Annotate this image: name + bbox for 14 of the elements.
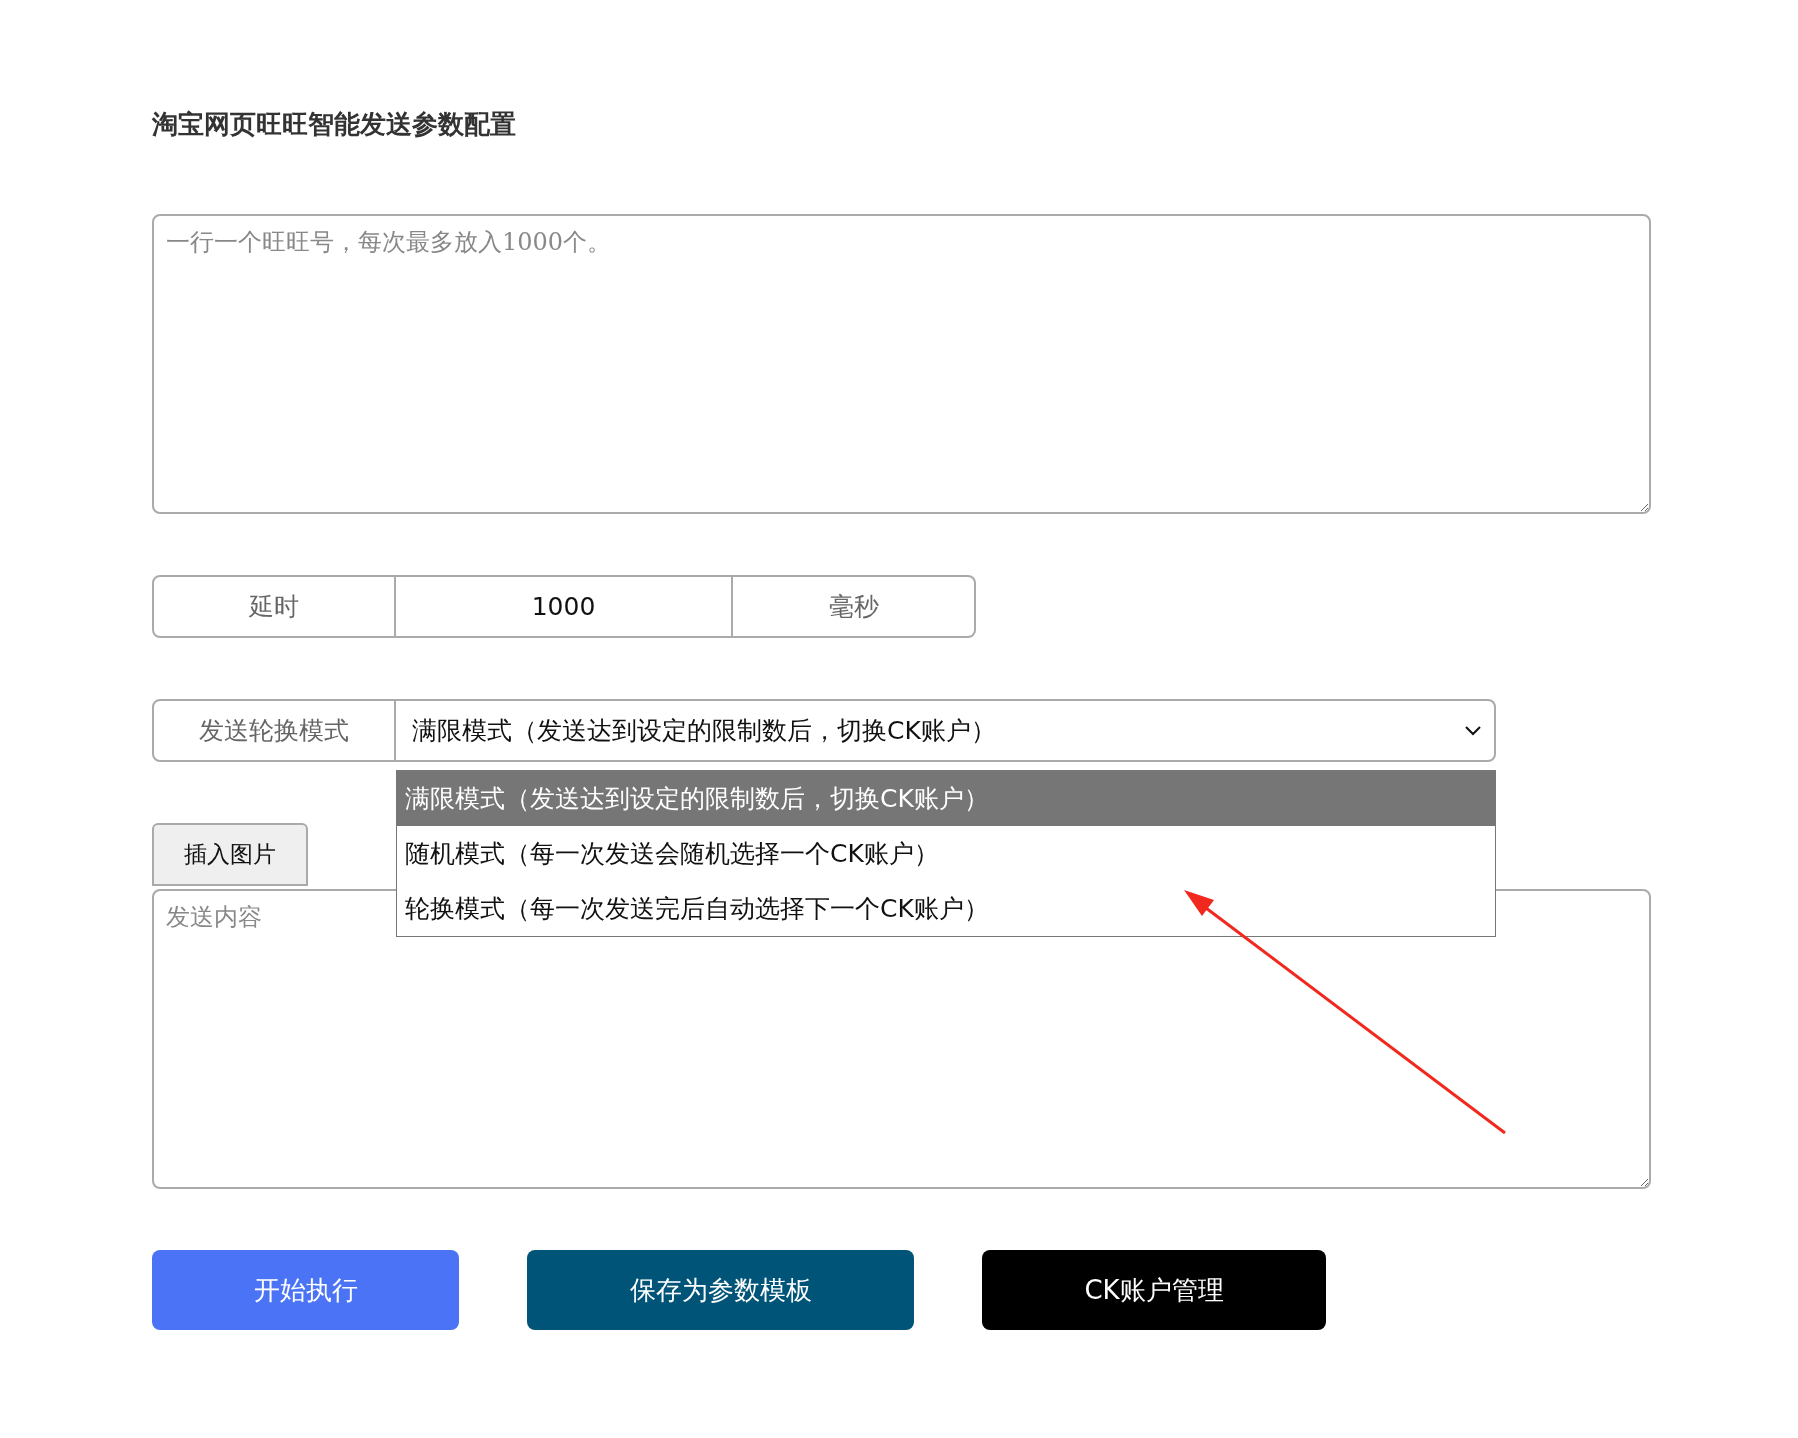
action-button[interactable]: CK账户管理 bbox=[982, 1250, 1326, 1330]
insert-image-button[interactable]: 插入图片 bbox=[152, 823, 308, 886]
mode-option[interactable]: 满限模式（发送达到设定的限制数后，切换CK账户） bbox=[397, 771, 1495, 826]
mode-option[interactable]: 随机模式（每一次发送会随机选择一个CK账户） bbox=[397, 826, 1495, 881]
delay-label: 延时 bbox=[152, 575, 396, 638]
accounts-field[interactable]: 一行一个旺旺号，每次最多放入1000个。 bbox=[152, 214, 1651, 514]
chevron-icon bbox=[1464, 724, 1482, 737]
action-button[interactable]: 开始执行 bbox=[152, 1250, 459, 1330]
mode-label: 发送轮换模式 bbox=[152, 699, 396, 762]
delay-input[interactable]: 1000 bbox=[396, 575, 733, 638]
mode-select[interactable]: 满限模式（发送达到设定的限制数后，切换CK账户） bbox=[396, 699, 1496, 762]
page-title: 淘宝网页旺旺智能发送参数配置 bbox=[152, 108, 517, 141]
unit-label: 毫秒 bbox=[733, 575, 976, 638]
action-button[interactable]: 保存为参数模板 bbox=[527, 1250, 914, 1330]
